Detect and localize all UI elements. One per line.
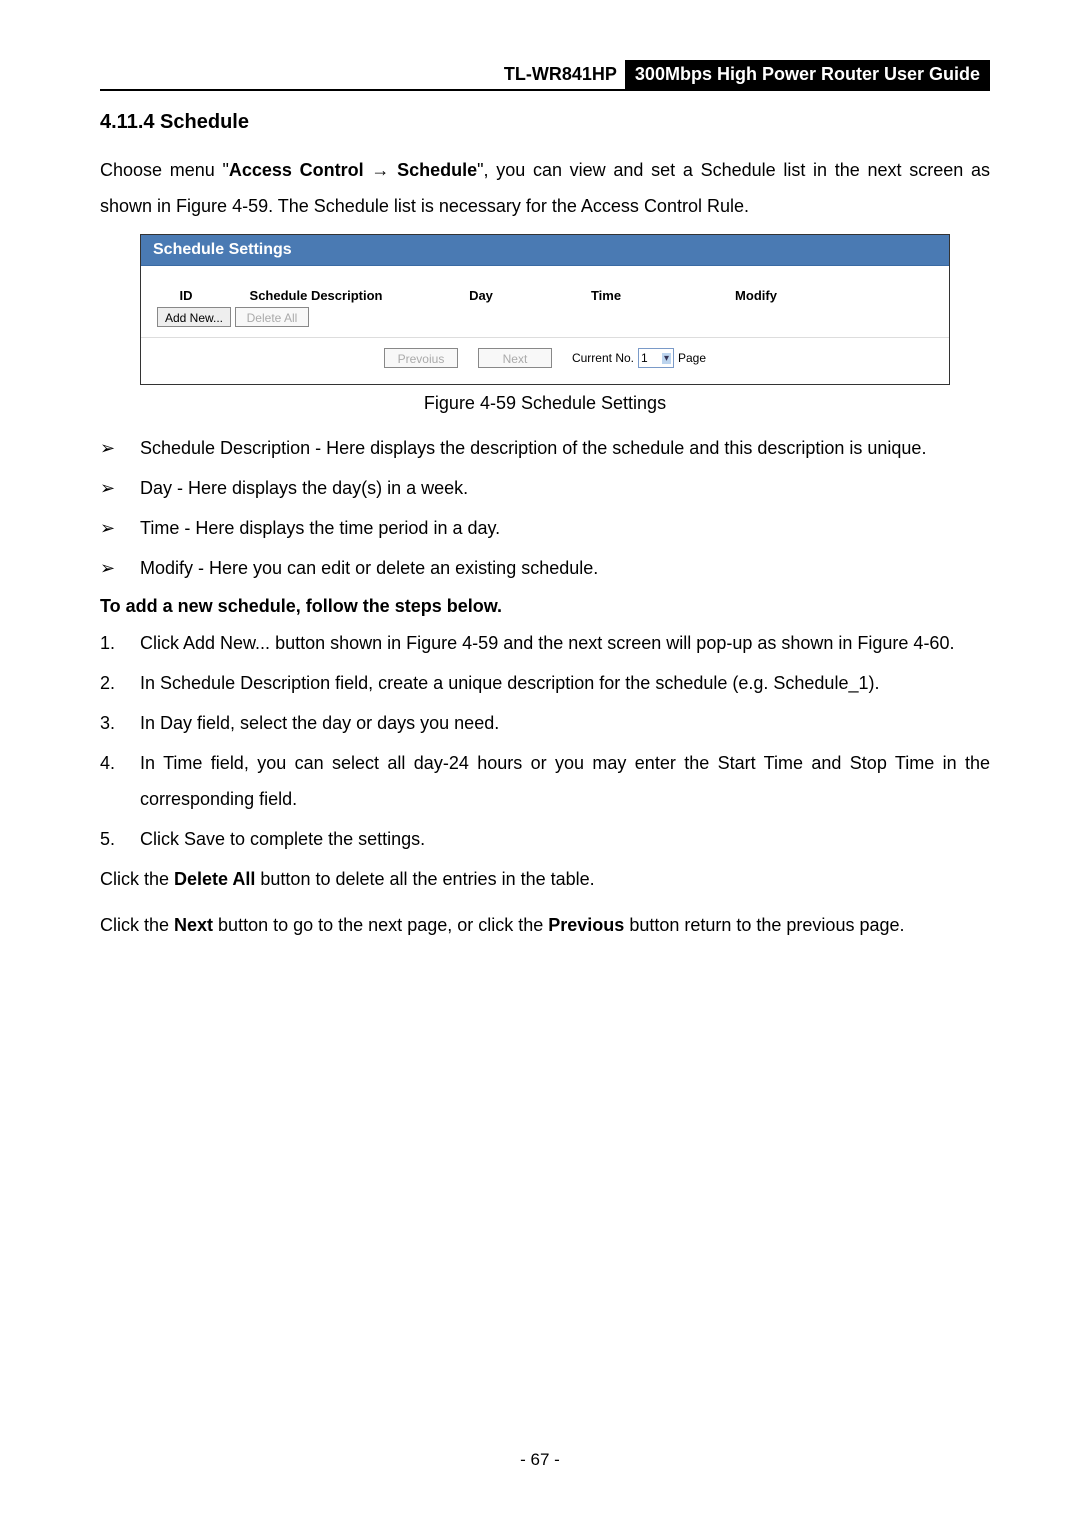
- page-select[interactable]: 1 ▾: [638, 348, 674, 368]
- bullet-list: ➢ Schedule Description - Here displays t…: [100, 430, 990, 586]
- step-number: 2.: [100, 665, 140, 701]
- tail-p1: Click the Delete All button to delete al…: [100, 861, 990, 897]
- page-label: Page: [678, 351, 706, 365]
- step-post: field, select the day or days you need.: [192, 713, 499, 733]
- intro-arrow: →: [371, 160, 389, 180]
- tail-pre: Click the: [100, 869, 174, 889]
- section-title: 4.11.4 Schedule: [100, 111, 990, 134]
- step-number: 3.: [100, 705, 140, 741]
- bullet-t: Here displays the time period in a day.: [195, 518, 500, 538]
- step-post: to complete the settings.: [225, 829, 425, 849]
- panel-title: Schedule Settings: [141, 235, 949, 266]
- tail-pre: Click the: [100, 915, 174, 935]
- bullet-item: ➢ Modify - Here you can edit or delete a…: [100, 550, 990, 586]
- tail-post: button return to the previous page.: [624, 915, 904, 935]
- bullet-item: ➢ Day - Here displays the day(s) in a we…: [100, 470, 990, 506]
- step-pre: Click: [140, 829, 184, 849]
- step-item: 5. Click Save to complete the settings.: [100, 821, 990, 857]
- step-b: Schedule Description: [160, 673, 330, 693]
- table-buttons: Add New... Delete All: [155, 307, 935, 327]
- bullet-b: Time -: [140, 518, 195, 538]
- panel-body: ID Schedule Description Day Time Modify …: [141, 266, 949, 384]
- page-value: 1: [641, 351, 648, 365]
- bullet-t: Here you can edit or delete an existing …: [209, 558, 598, 578]
- bullet-t: Here displays the day(s) in a week.: [188, 478, 468, 498]
- step-b: Add New...: [183, 633, 270, 653]
- previous-button[interactable]: Prevoius: [384, 348, 458, 368]
- bullet-marker: ➢: [100, 510, 140, 546]
- col-day: Day: [421, 288, 541, 303]
- step-pre: In: [140, 673, 160, 693]
- col-modify: Modify: [671, 288, 841, 303]
- model-label: TL-WR841HP: [496, 60, 625, 89]
- delete-all-button[interactable]: Delete All: [235, 307, 309, 327]
- bullet-marker: ➢: [100, 470, 140, 506]
- ordered-steps: 1. Click Add New... button shown in Figu…: [100, 625, 990, 857]
- step-b: Save: [184, 829, 225, 849]
- step-pre: In: [140, 753, 163, 773]
- intro-b2: Schedule: [397, 160, 477, 180]
- bullet-b: Modify -: [140, 558, 209, 578]
- step-item: 1. Click Add New... button shown in Figu…: [100, 625, 990, 661]
- step-pre: Click: [140, 633, 183, 653]
- bullet-item: ➢ Schedule Description - Here displays t…: [100, 430, 990, 466]
- bullet-marker: ➢: [100, 430, 140, 466]
- bullet-t: Here displays the description of the sch…: [326, 438, 926, 458]
- col-desc: Schedule Description: [211, 288, 421, 303]
- step-b: Time: [163, 753, 202, 773]
- page-number: - 67 -: [0, 1450, 1080, 1470]
- step-b: Day: [160, 713, 192, 733]
- bullet-b: Day -: [140, 478, 188, 498]
- bullet-marker: ➢: [100, 550, 140, 586]
- bullet-b: Schedule Description -: [140, 438, 326, 458]
- tail-mid: button to go to the next page, or click …: [213, 915, 548, 935]
- tail-p2: Click the Next button to go to the next …: [100, 907, 990, 943]
- screenshot: Schedule Settings ID Schedule Descriptio…: [140, 234, 950, 385]
- step-number: 5.: [100, 821, 140, 857]
- step-post: button shown in Figure 4-59 and the next…: [270, 633, 954, 653]
- intro-pre: Choose menu ": [100, 160, 229, 180]
- step-number: 4.: [100, 745, 140, 817]
- table-header: ID Schedule Description Day Time Modify: [155, 288, 935, 303]
- col-time: Time: [541, 288, 671, 303]
- step-post: field, you can select all day-24 hours o…: [140, 753, 990, 809]
- current-no-label: Current No.: [572, 351, 634, 365]
- next-button[interactable]: Next: [478, 348, 552, 368]
- chevron-down-icon: ▾: [662, 353, 671, 364]
- add-new-button[interactable]: Add New...: [157, 307, 231, 327]
- doc-header: TL-WR841HP 300Mbps High Power Router Use…: [100, 60, 990, 91]
- step-number: 1.: [100, 625, 140, 661]
- figure-caption: Figure 4-59 Schedule Settings: [100, 393, 990, 414]
- tail-b: Next: [174, 915, 213, 935]
- bullet-item: ➢ Time - Here displays the time period i…: [100, 510, 990, 546]
- steps-heading: To add a new schedule, follow the steps …: [100, 596, 990, 617]
- intro-paragraph: Choose menu "Access Control → Schedule",…: [100, 152, 990, 224]
- step-item: 4. In Time field, you can select all day…: [100, 745, 990, 817]
- pager-row: Prevoius Next Current No. 1 ▾ Page: [155, 338, 935, 376]
- step-item: 3. In Day field, select the day or days …: [100, 705, 990, 741]
- pager-text: Current No. 1 ▾ Page: [572, 348, 706, 368]
- guide-label: 300Mbps High Power Router User Guide: [625, 60, 990, 89]
- col-id: ID: [155, 288, 211, 303]
- tail-b: Previous: [548, 915, 624, 935]
- step-item: 2. In Schedule Description field, create…: [100, 665, 990, 701]
- step-post: field, create a unique description for t…: [330, 673, 879, 693]
- tail-post: button to delete all the entries in the …: [255, 869, 594, 889]
- step-pre: In: [140, 713, 160, 733]
- tail-b: Delete All: [174, 869, 255, 889]
- intro-b1: Access Control: [229, 160, 364, 180]
